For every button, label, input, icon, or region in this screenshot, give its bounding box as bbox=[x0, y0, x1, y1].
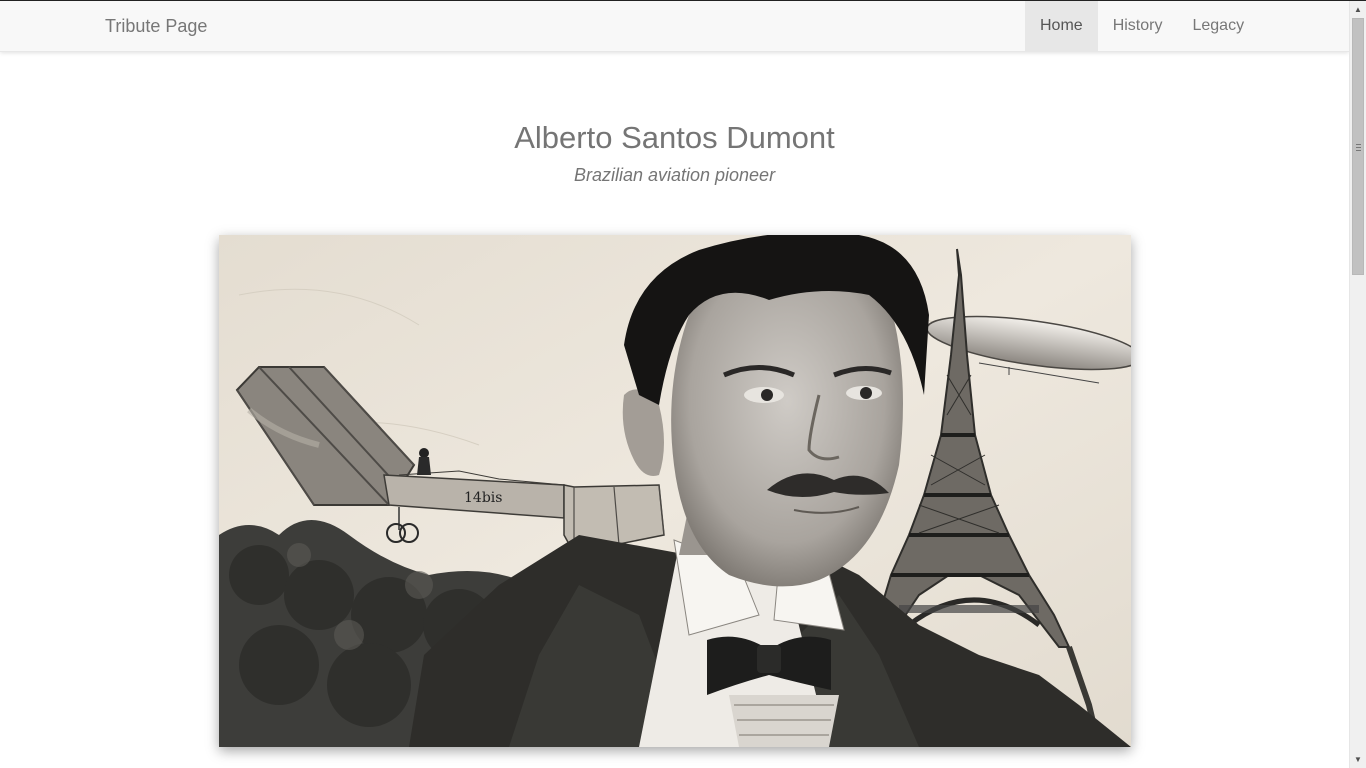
page: Tribute Page Home History Legacy Alberto… bbox=[0, 1, 1349, 768]
navbar: Tribute Page Home History Legacy bbox=[0, 1, 1349, 52]
browser-viewport: Tribute Page Home History Legacy Alberto… bbox=[0, 0, 1366, 768]
plane-marking: 14bis bbox=[464, 490, 502, 506]
scroll-down-icon[interactable]: ▼ bbox=[1350, 751, 1366, 768]
nav-item-legacy[interactable]: Legacy bbox=[1177, 1, 1259, 51]
scroll-up-icon[interactable]: ▲ bbox=[1350, 1, 1366, 18]
nav-menu: Home History Legacy bbox=[1025, 1, 1259, 51]
navbar-brand[interactable]: Tribute Page bbox=[105, 16, 207, 36]
nav-item-home[interactable]: Home bbox=[1025, 1, 1098, 51]
tribute-image: 14bis bbox=[219, 235, 1131, 747]
page-subtitle: Brazilian aviation pioneer bbox=[573, 165, 776, 185]
scroll-grip-icon bbox=[1356, 144, 1361, 151]
scroll-thumb[interactable] bbox=[1352, 18, 1364, 275]
nav-item-history[interactable]: History bbox=[1098, 1, 1178, 51]
vertical-scrollbar[interactable]: ▲ ▼ bbox=[1349, 1, 1366, 768]
page-title: Alberto Santos Dumont bbox=[514, 120, 835, 155]
